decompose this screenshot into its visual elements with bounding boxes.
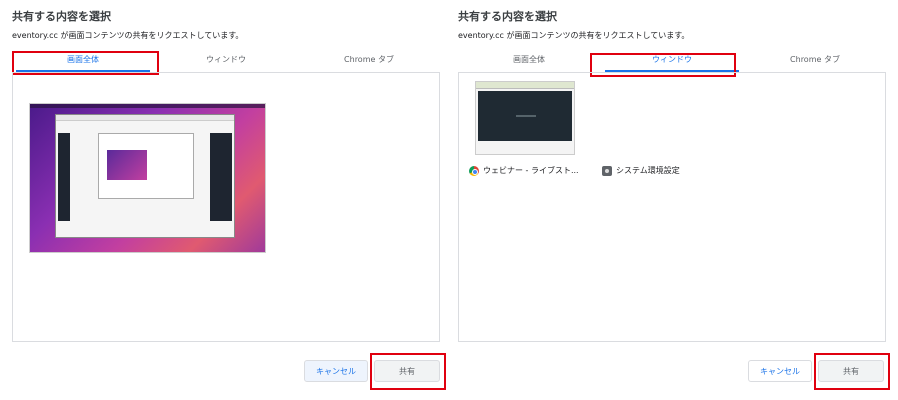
screen-preview[interactable] xyxy=(29,103,266,253)
video-area xyxy=(478,91,572,141)
share-button[interactable]: 共有 xyxy=(818,360,884,382)
share-dialog-screen: 共有する内容を選択 eventory.cc が画面コンテンツの共有をリクエストし… xyxy=(0,0,446,400)
window-item-webinar[interactable]: ウェビナー - ライブスト... xyxy=(469,165,579,176)
tab-label: Chrome タブ xyxy=(790,55,840,64)
share-button[interactable]: 共有 xyxy=(374,360,440,382)
window-label: ウェビナー - ライブスト... xyxy=(483,166,579,175)
window-item-system-prefs[interactable]: システム環境設定 xyxy=(602,165,680,176)
cancel-button[interactable]: キャンセル xyxy=(304,360,368,382)
tab-label: ウィンドウ xyxy=(206,55,246,64)
dialog-title: 共有する内容を選択 xyxy=(458,10,557,23)
window-toolbar xyxy=(476,82,574,89)
content-area xyxy=(12,72,440,342)
menu-bar xyxy=(30,104,265,108)
window-label: システム環境設定 xyxy=(616,166,680,175)
chrome-icon xyxy=(469,165,479,176)
share-dialog-window: 共有する内容を選択 eventory.cc が画面コンテンツの共有をリクエストし… xyxy=(446,0,890,400)
tab-chrome-tab[interactable]: Chrome タブ xyxy=(298,50,440,72)
window-toolbar xyxy=(56,115,234,121)
content-area: ウェビナー - ライブスト... システム環境設定 xyxy=(458,72,886,342)
tab-entire-screen[interactable]: 画面全体 xyxy=(12,50,154,72)
screenshot-window xyxy=(55,114,235,238)
tab-label: ウィンドウ xyxy=(652,55,692,64)
tab-entire-screen[interactable]: 画面全体 xyxy=(458,50,600,72)
nested-preview xyxy=(107,150,147,180)
video-caption xyxy=(516,115,536,117)
dialog-subtitle: eventory.cc が画面コンテンツの共有をリクエストしています。 xyxy=(12,31,244,40)
dialog-subtitle: eventory.cc が画面コンテンツの共有をリクエストしています。 xyxy=(458,31,690,40)
tab-label: Chrome タブ xyxy=(344,55,394,64)
gear-icon xyxy=(602,165,612,176)
tab-window[interactable]: ウィンドウ xyxy=(155,50,297,72)
tab-window[interactable]: ウィンドウ xyxy=(601,50,743,72)
tab-bar: 画面全体 ウィンドウ Chrome タブ xyxy=(12,50,440,72)
tab-label: 画面全体 xyxy=(513,55,545,64)
tab-label: 画面全体 xyxy=(67,55,99,64)
dialog-title: 共有する内容を選択 xyxy=(12,10,111,23)
tab-chrome-tab[interactable]: Chrome タブ xyxy=(744,50,886,72)
cancel-button[interactable]: キャンセル xyxy=(748,360,812,382)
dark-sidebar xyxy=(58,133,70,221)
window-thumbnail-webinar[interactable] xyxy=(475,81,575,155)
tab-bar: 画面全体 ウィンドウ Chrome タブ xyxy=(458,50,886,72)
dark-panel xyxy=(210,133,232,221)
nested-dialog xyxy=(98,133,194,199)
